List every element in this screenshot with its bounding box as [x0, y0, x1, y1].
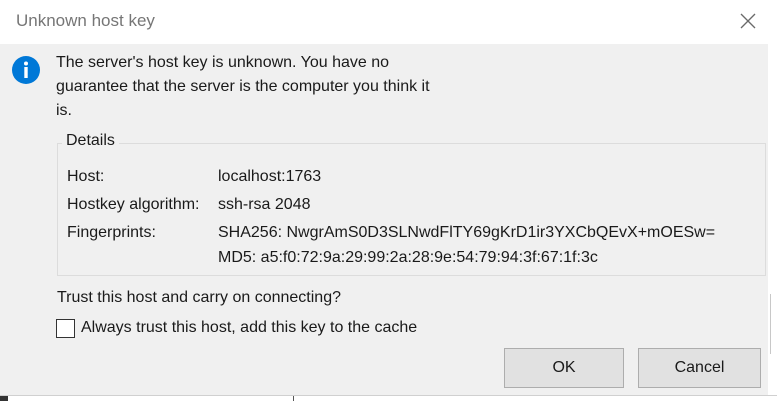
fingerprint-md5: MD5: a5:f0:72:9a:29:99:2a:28:9e:54:79:94… — [218, 249, 598, 266]
hostkey-algorithm-value: ssh-rsa 2048 — [218, 196, 311, 213]
fingerprint-sha256: SHA256: NwgrAmS0D3SLNwdFlTY69gKrD1ir3YXC… — [218, 224, 716, 241]
background-window-divider — [770, 294, 776, 354]
title-bar: Unknown host key — [0, 0, 777, 44]
ok-button[interactable]: OK — [504, 348, 624, 388]
always-trust-checkbox[interactable] — [56, 319, 75, 338]
always-trust-label[interactable]: Always trust this host, add this key to … — [81, 319, 417, 337]
host-label: Host: — [67, 168, 105, 185]
cancel-button[interactable]: Cancel — [638, 348, 761, 388]
background-window-corner — [0, 396, 8, 401]
close-icon[interactable] — [735, 8, 761, 34]
host-value: localhost:1763 — [218, 168, 322, 185]
background-window-edge — [768, 44, 777, 400]
info-icon — [11, 55, 41, 85]
details-legend: Details — [62, 132, 119, 150]
hostkey-algorithm-label: Hostkey algorithm: — [67, 196, 200, 213]
trust-prompt: Trust this host and carry on connecting? — [57, 289, 341, 306]
background-window-strip — [0, 395, 777, 401]
window-title: Unknown host key — [16, 11, 155, 30]
fingerprints-label: Fingerprints: — [67, 224, 156, 241]
unknown-host-key-dialog: Unknown host key The server's host key i… — [0, 0, 777, 401]
warning-message: The server's host key is unknown. You ha… — [56, 54, 430, 119]
background-window-separator — [293, 396, 294, 401]
